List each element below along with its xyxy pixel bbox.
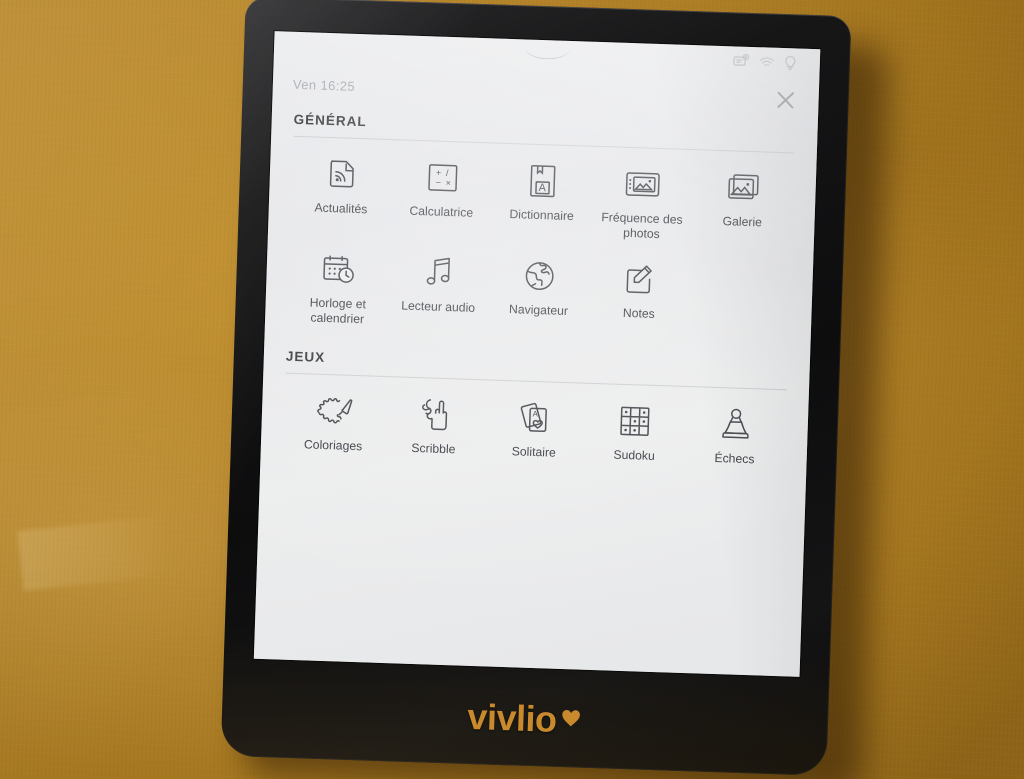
app-frequence-photos[interactable]: Fréquence des photos xyxy=(591,163,694,243)
app-galerie[interactable]: Galerie xyxy=(692,166,794,231)
svg-text:A: A xyxy=(538,182,546,194)
calculator-icon: + / − × xyxy=(426,157,459,198)
app-label: Scribble xyxy=(411,440,456,456)
hand-pointer-icon xyxy=(419,394,450,435)
eink-screen: Ven 16:25 GÉNÉRAL Actualités + / − × Cal… xyxy=(253,31,821,677)
app-label: Galerie xyxy=(722,214,763,230)
wifi-icon[interactable] xyxy=(758,55,775,74)
dictionary-icon: A xyxy=(528,161,557,202)
paintbrush-icon xyxy=(315,390,354,431)
status-icon-tray xyxy=(732,53,806,76)
screen-content: Ven 16:25 GÉNÉRAL Actualités + / − × Cal… xyxy=(253,31,821,677)
app-label: Actualités xyxy=(314,200,368,217)
app-navigateur[interactable]: Navigateur xyxy=(488,254,590,319)
app-label: Dictionnaire xyxy=(509,207,575,224)
close-icon[interactable] xyxy=(770,85,801,116)
svg-text:×: × xyxy=(445,178,451,188)
app-label: Notes xyxy=(622,305,655,321)
vivlio-logo: vivlio xyxy=(467,696,583,742)
clock-calendar-icon xyxy=(321,249,356,290)
desk-scratch xyxy=(17,509,233,591)
svg-text:A: A xyxy=(532,409,538,418)
vivlio-heart-icon xyxy=(558,706,583,731)
svg-text:−: − xyxy=(435,178,441,188)
app-label: Fréquence des photos xyxy=(601,210,683,241)
app-dictionnaire[interactable]: A Dictionnaire xyxy=(491,159,593,224)
svg-text:/: / xyxy=(445,168,448,178)
app-label: Solitaire xyxy=(511,443,557,460)
app-row-jeux-1: Coloriages Scribble A Solitaire Sudoku É… xyxy=(283,381,787,467)
app-scribble[interactable]: Scribble xyxy=(383,393,485,458)
section-title-jeux: JEUX xyxy=(285,342,789,390)
device-chin: vivlio xyxy=(221,658,830,776)
app-row-general-2: Horloge et calendrier Lecteur audio Navi… xyxy=(287,230,792,341)
app-sudoku[interactable]: Sudoku xyxy=(584,399,686,464)
app-horloge-calendrier[interactable]: Horloge et calendrier xyxy=(287,247,390,327)
notes-pencil-icon xyxy=(623,259,656,300)
chess-pawn-icon xyxy=(721,404,750,445)
app-label: Horloge et calendrier xyxy=(309,295,367,326)
app-row-general-1: Actualités + / − × Calculatrice A Dictio… xyxy=(290,145,795,246)
app-calculatrice[interactable]: + / − × Calculatrice xyxy=(391,156,493,221)
audio-player-icon xyxy=(424,252,455,293)
app-notes[interactable]: Notes xyxy=(588,257,690,322)
app-slot-empty xyxy=(691,261,791,264)
frontlight-bulb-icon[interactable] xyxy=(783,55,797,76)
playing-cards-icon: A xyxy=(517,397,552,438)
brand-wordmark: vivlio xyxy=(466,695,558,740)
ereader-device: Ven 16:25 GÉNÉRAL Actualités + / − × Cal… xyxy=(220,0,852,776)
rss-icon xyxy=(326,154,357,195)
browser-globe-icon xyxy=(523,255,556,296)
app-lecteur-audio[interactable]: Lecteur audio xyxy=(388,251,490,316)
pulldown-handle-icon[interactable] xyxy=(523,46,571,60)
app-actualites[interactable]: Actualités xyxy=(291,153,393,218)
app-solitaire[interactable]: A Solitaire xyxy=(483,396,585,461)
app-label: Sudoku xyxy=(613,447,656,463)
applications-panel: GÉNÉRAL Actualités + / − × Calculatrice … xyxy=(254,105,818,677)
app-label: Navigateur xyxy=(508,301,569,318)
app-echecs[interactable]: Échecs xyxy=(684,402,786,467)
sync-icon[interactable] xyxy=(732,53,750,74)
gallery-icon xyxy=(726,167,761,208)
app-label: Calculatrice xyxy=(409,203,474,220)
photo-frequency-icon xyxy=(624,164,661,205)
clock-label: Ven 16:25 xyxy=(292,76,356,94)
app-label: Lecteur audio xyxy=(401,298,476,315)
app-coloriages[interactable]: Coloriages xyxy=(283,389,385,454)
svg-text:+: + xyxy=(435,168,441,178)
app-label: Échecs xyxy=(714,450,755,466)
sudoku-grid-icon xyxy=(619,400,652,441)
app-label: Coloriages xyxy=(303,436,363,453)
photo-scene: Ven 16:25 GÉNÉRAL Actualités + / − × Cal… xyxy=(0,0,1024,779)
